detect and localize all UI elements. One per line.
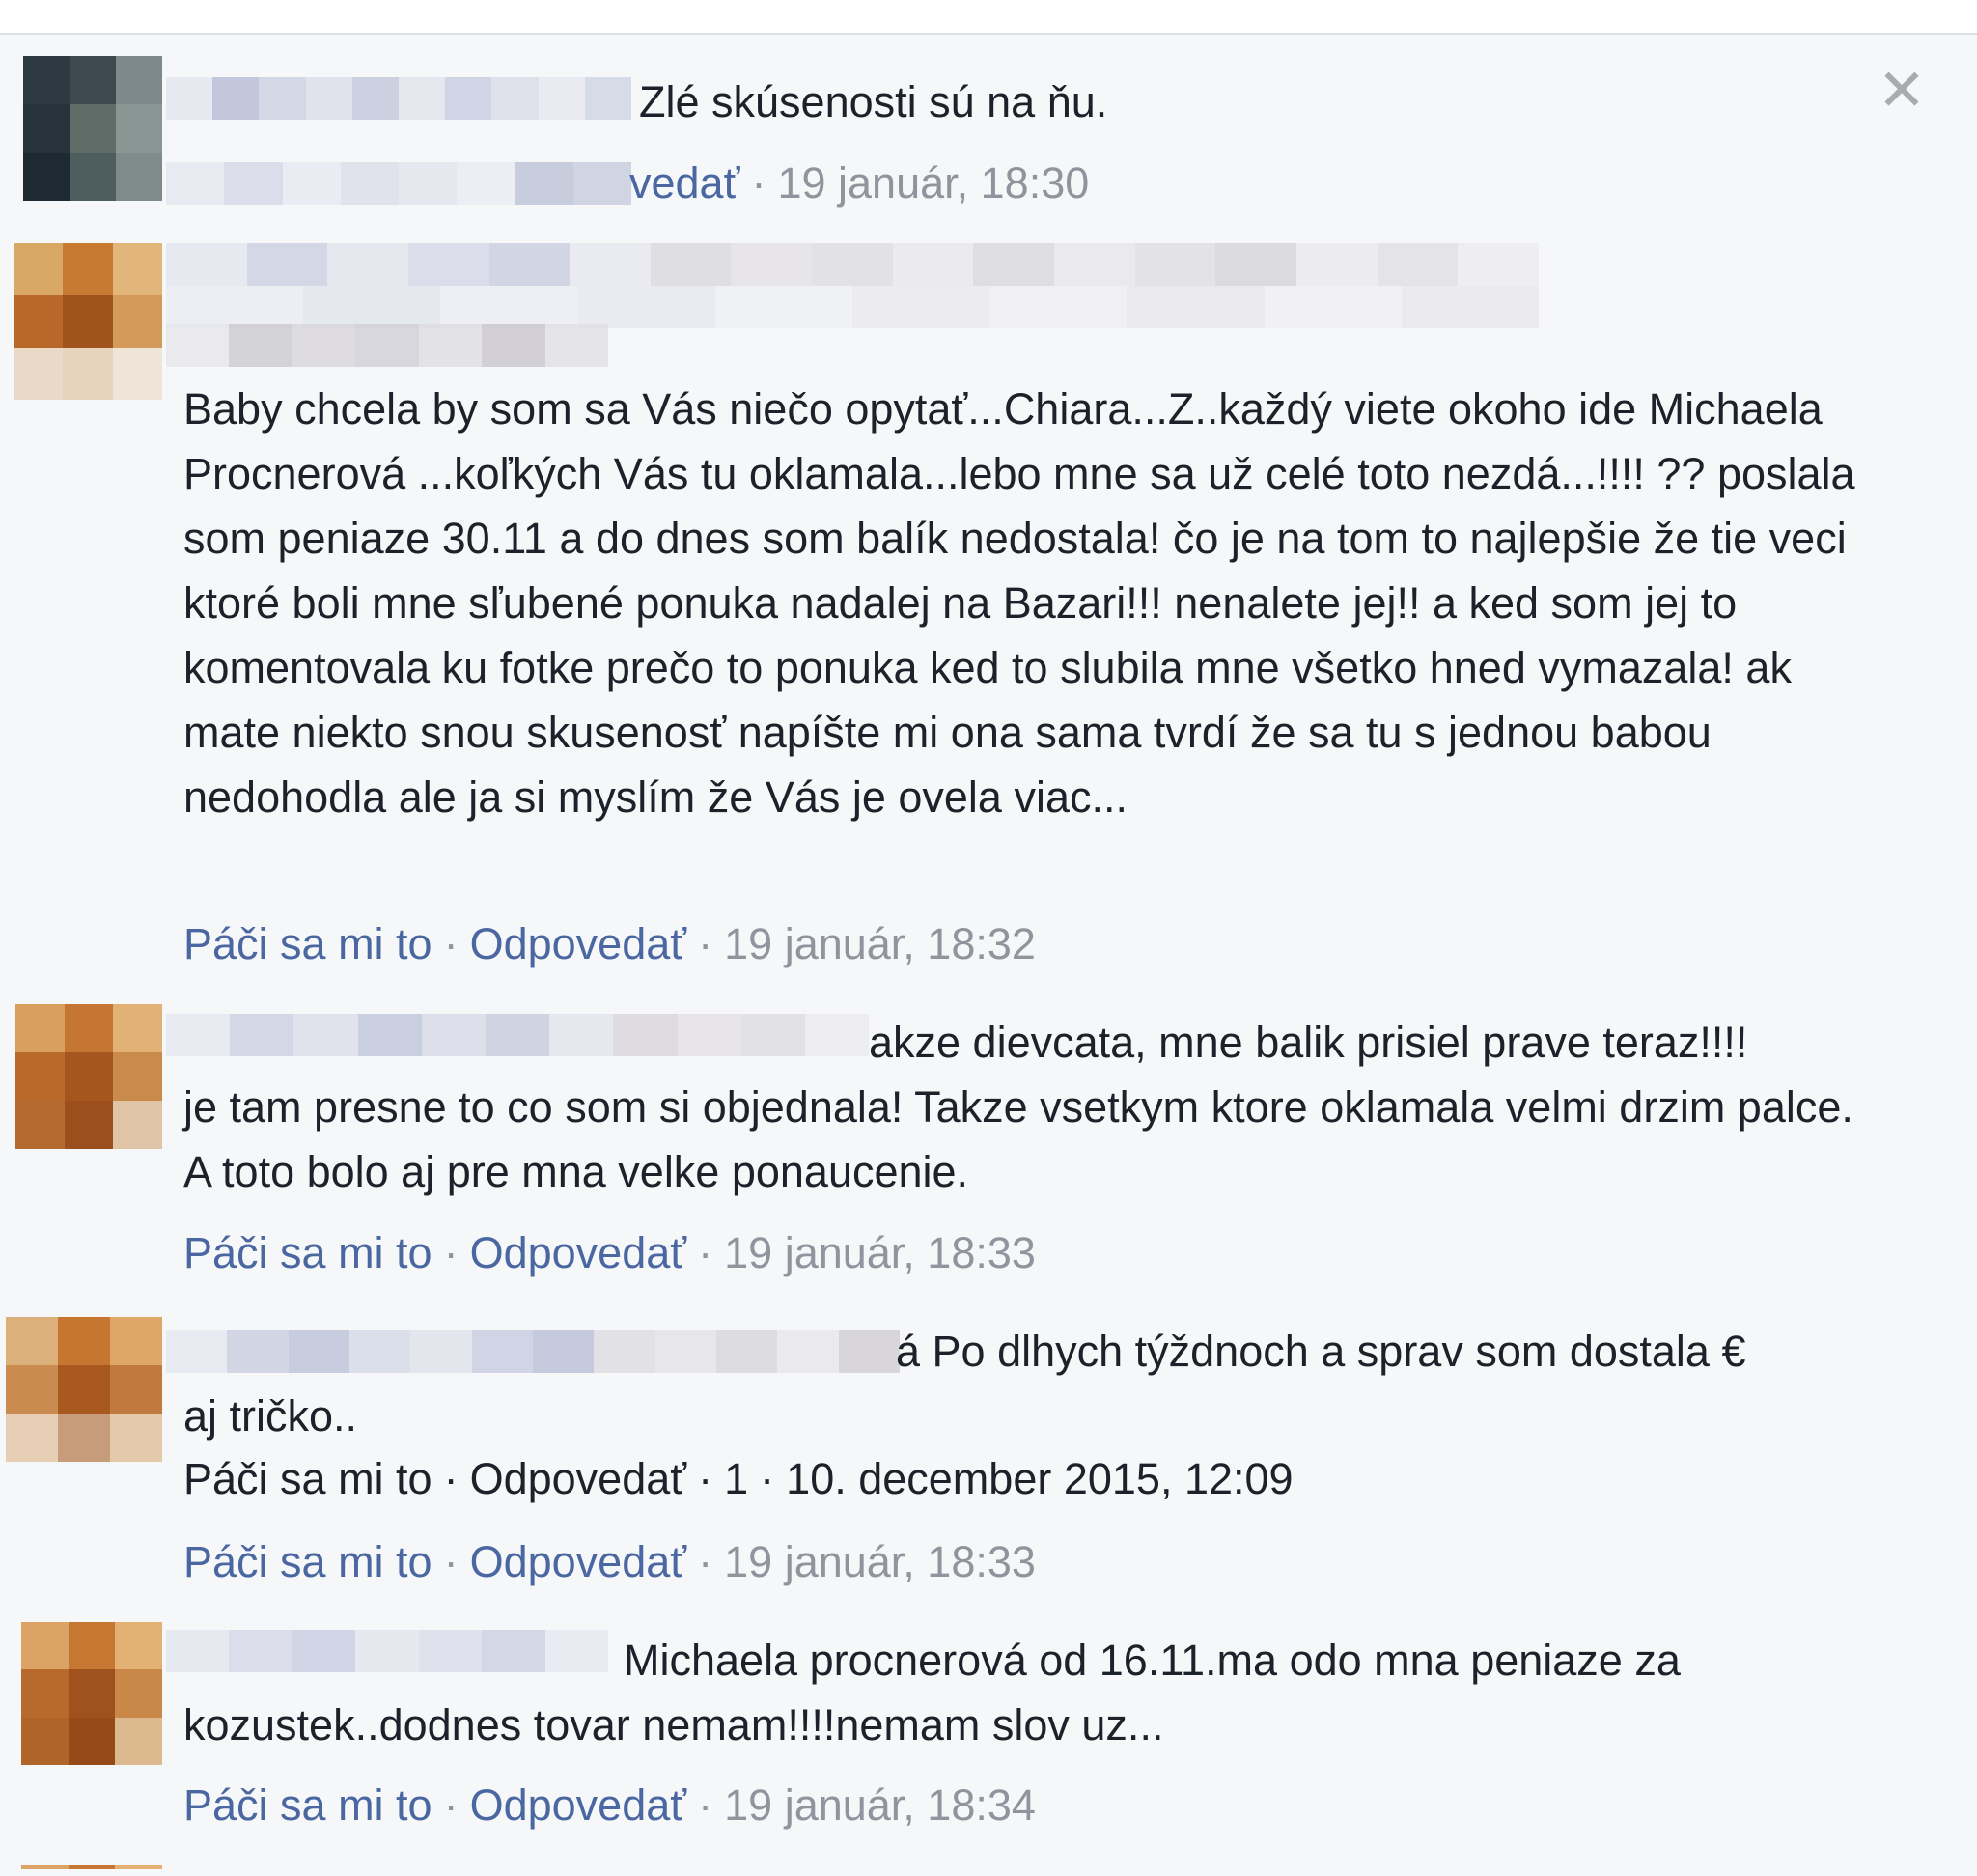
timestamp[interactable]: 19 január, 18:33	[724, 1228, 1036, 1277]
quoted-comment-meta: Páči sa mi to · Odpovedať · 1 · 10. december 2…	[183, 1454, 1294, 1503]
like-link[interactable]: Páči sa mi to	[183, 1228, 432, 1277]
quoted-like-count: 1	[724, 1454, 749, 1503]
comment-meta: Páči sa mi to · Odpovedať · 19 január, 18:32	[183, 919, 1036, 968]
comment-text: Zlé skúsenosti sú na ňu.	[639, 77, 1108, 126]
comment-meta: Páči sa mi to · Odpovedať · 19 január, 18:33	[183, 1537, 1036, 1586]
like-link[interactable]: Páči sa mi to	[183, 1537, 432, 1586]
comment-meta: Páči sa mi to · Odpovedať · 19 január, 18:34	[183, 1780, 1036, 1830]
comment-text: kozustek..dodnes tovar nemam!!!!nemam sl…	[183, 1700, 1164, 1750]
close-icon[interactable]: ✕	[1875, 62, 1929, 120]
author-name-redacted[interactable]	[166, 1330, 900, 1373]
comment-meta: Páči sa mi to · Odpovedať · 19 január, 18:33	[183, 1228, 1036, 1277]
author-name-redacted	[166, 286, 1539, 328]
avatar[interactable]	[23, 56, 162, 201]
author-name-redacted[interactable]	[166, 77, 631, 120]
quoted-reply: Odpovedať	[469, 1454, 687, 1503]
avatar[interactable]	[6, 1317, 162, 1462]
avatar[interactable]	[15, 1004, 162, 1149]
quoted-like: Páči sa mi to	[183, 1454, 432, 1503]
top-bar	[0, 0, 1977, 35]
comment-text: Michaela procnerová od 16.11.ma odo mna …	[624, 1636, 1681, 1685]
avatar	[21, 1865, 162, 1876]
comment-text: aj tričko..	[183, 1391, 358, 1441]
timestamp[interactable]: 19 január, 18:33	[724, 1537, 1036, 1586]
reply-link[interactable]: Odpovedať	[470, 1228, 687, 1277]
timestamp[interactable]: 19 január, 18:34	[724, 1780, 1036, 1830]
meta-redacted	[166, 162, 631, 205]
author-name-redacted[interactable]	[166, 1630, 608, 1672]
author-name-redacted	[166, 324, 608, 367]
comment-meta: vedať · 19 január, 18:30	[629, 158, 1090, 208]
like-link[interactable]: Páči sa mi to	[183, 919, 432, 968]
reply-link[interactable]: vedať	[629, 158, 739, 208]
reply-link[interactable]: Odpovedať	[470, 1537, 687, 1586]
comment-text: akze dievcata, mne balik prisiel prave t…	[869, 1018, 1748, 1067]
timestamp[interactable]: 19 január, 18:30	[777, 158, 1089, 208]
avatar[interactable]	[14, 243, 162, 400]
comment-text: á Po dlhych týždnoch a sprav som dostala…	[896, 1327, 1746, 1376]
author-name-redacted[interactable]	[166, 1014, 869, 1056]
comment-text: je tam presne to co som si objednala! Ta…	[183, 1082, 1863, 1196]
avatar[interactable]	[21, 1622, 162, 1765]
timestamp[interactable]: 19 január, 18:32	[724, 919, 1036, 968]
quoted-timestamp: 10. december 2015, 12:09	[786, 1454, 1294, 1503]
like-link[interactable]: Páči sa mi to	[183, 1780, 432, 1830]
reply-link[interactable]: Odpovedať	[470, 919, 687, 968]
author-name-redacted[interactable]	[166, 243, 1539, 286]
comment-text: Baby chcela by som sa Vás niečo opytať..…	[183, 384, 1868, 822]
reply-link[interactable]: Odpovedať	[470, 1780, 687, 1830]
